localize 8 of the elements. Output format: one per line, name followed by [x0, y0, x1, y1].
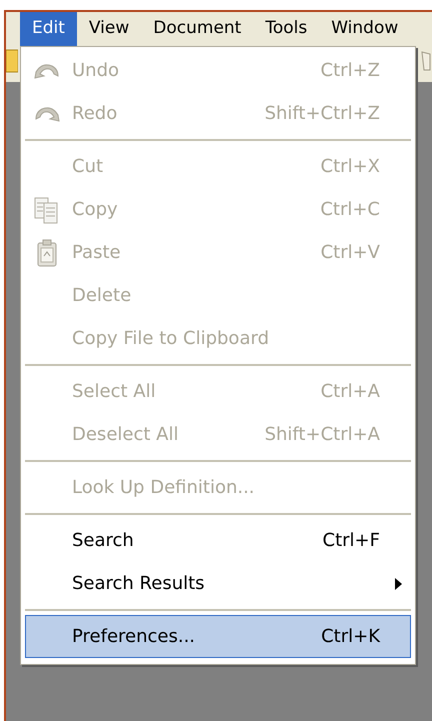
menu-bar-item[interactable]: Tools	[253, 12, 320, 46]
menu-item[interactable]: Search Results	[25, 562, 411, 605]
menu-bar-item[interactable]: View	[76, 12, 142, 46]
menu-bar-item[interactable]: Document	[141, 12, 254, 46]
menu-bar-item[interactable]: Window	[319, 12, 410, 46]
menu-item[interactable]: Search Ctrl+F	[25, 519, 411, 562]
menu-item[interactable]: Preferences... Ctrl+K	[25, 615, 411, 658]
menu-bar-item[interactable]: Edit	[20, 12, 77, 46]
